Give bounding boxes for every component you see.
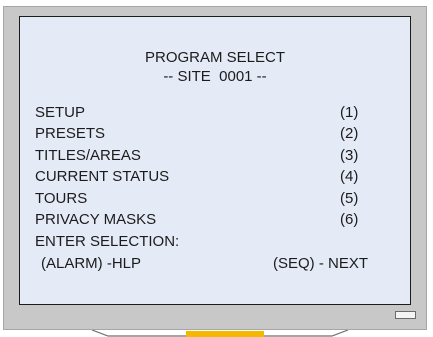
menu-item-tours-number: (5) bbox=[340, 190, 359, 207]
menu-item-titles-areas-number: (3) bbox=[340, 147, 359, 164]
alarm-help-hint: (ALARM) -HLP bbox=[41, 255, 142, 272]
seq-next-hint: (SEQ) - NEXT bbox=[273, 255, 369, 272]
menu-item-setup-number: (1) bbox=[340, 104, 359, 121]
menu-item-presets-number: (2) bbox=[340, 125, 359, 142]
enter-selection-prompt: ENTER SELECTION: bbox=[35, 233, 180, 250]
menu-item-current-status[interactable]: CURRENT STATUS bbox=[35, 166, 169, 188]
site-subtitle: -- SITE 0001 -- bbox=[163, 68, 267, 85]
menu-item-setup[interactable]: SETUP bbox=[35, 102, 85, 124]
power-indicator-icon bbox=[395, 311, 416, 319]
menu-item-presets[interactable]: PRESETS bbox=[35, 123, 105, 145]
menu-item-current-status-number: (4) bbox=[340, 168, 359, 185]
menu-item-tours[interactable]: TOURS bbox=[35, 188, 87, 210]
monitor-bezel: PROGRAM SELECT -- SITE 0001 -- SETUP (1)… bbox=[3, 6, 427, 330]
stand-accent-strip bbox=[186, 331, 264, 337]
menu-item-privacy-masks-number: (6) bbox=[340, 211, 359, 228]
monitor-stand bbox=[90, 330, 350, 337]
menu-item-privacy-masks[interactable]: PRIVACY MASKS bbox=[35, 209, 156, 231]
program-select-title: PROGRAM SELECT bbox=[144, 49, 286, 66]
menu-item-titles-areas[interactable]: TITLES/AREAS bbox=[35, 145, 141, 167]
osd-screen: PROGRAM SELECT -- SITE 0001 -- SETUP (1)… bbox=[19, 16, 411, 305]
